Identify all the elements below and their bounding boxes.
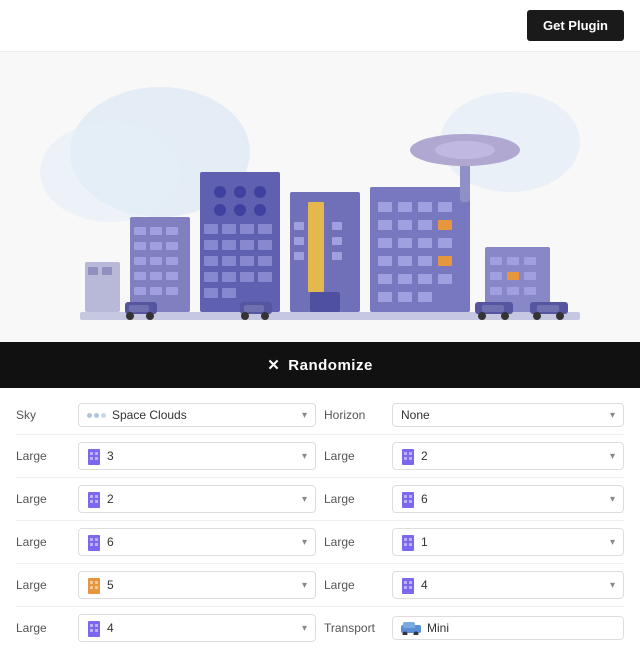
building-icon-1	[87, 447, 101, 465]
control-row-sky: Sky Space Clouds ▾ Horizon None	[16, 396, 624, 435]
right-select-inner-3: 1	[401, 533, 428, 551]
building-icon-r1	[401, 447, 415, 465]
left-select-5[interactable]: 4 ▾	[78, 614, 316, 642]
left-select-3[interactable]: 6 ▾	[78, 528, 316, 556]
left-4: Large 5 ▾	[16, 571, 316, 599]
horizon-select[interactable]: None ▾	[392, 403, 624, 427]
right-select-inner-4: 4	[401, 576, 428, 594]
right-5: Transport Mini	[324, 616, 624, 640]
right-value-3: 1	[421, 535, 428, 549]
right-select-2[interactable]: 6 ▾	[392, 485, 624, 513]
right-label-3: Large	[324, 535, 384, 549]
right-chevron-3: ▾	[610, 537, 615, 548]
transport-select-inner: Mini	[401, 621, 449, 635]
controls-panel: Sky Space Clouds ▾ Horizon None	[0, 388, 640, 665]
car-icon	[401, 621, 421, 635]
building-icon-3	[87, 533, 101, 551]
horizon-select-inner: None	[401, 408, 430, 422]
sky-icon	[87, 413, 106, 418]
left-select-1[interactable]: 3 ▾	[78, 442, 316, 470]
right-2: Large 6 ▾	[324, 485, 624, 513]
transport-select[interactable]: Mini	[392, 616, 624, 640]
building-icon-5	[87, 619, 101, 637]
building-icon-2	[87, 490, 101, 508]
building-icon-r4	[401, 576, 415, 594]
left-label-4: Large	[16, 578, 74, 592]
horizon-right: Horizon None ▾	[324, 403, 624, 427]
control-row-2: Large 2 ▾ Large	[16, 478, 624, 521]
right-chevron-2: ▾	[610, 494, 615, 505]
left-select-4[interactable]: 5 ▾	[78, 571, 316, 599]
left-chevron-1: ▾	[302, 451, 307, 462]
sky-value: Space Clouds	[112, 408, 187, 422]
right-1: Large 2 ▾	[324, 442, 624, 470]
right-chevron-1: ▾	[610, 451, 615, 462]
transport-value: Mini	[427, 621, 449, 635]
right-select-4[interactable]: 4 ▾	[392, 571, 624, 599]
building-icon-r3	[401, 533, 415, 551]
building-icon-r2	[401, 490, 415, 508]
left-select-inner-4: 5	[87, 576, 114, 594]
right-3: Large 1 ▾	[324, 528, 624, 556]
building-icon-4	[87, 576, 101, 594]
right-value-4: 4	[421, 578, 428, 592]
right-4: Large 4 ▾	[324, 571, 624, 599]
right-select-inner-1: 2	[401, 447, 428, 465]
left-label-5: Large	[16, 621, 74, 635]
header: Get Plugin	[0, 0, 640, 52]
sky-chevron: ▾	[302, 410, 307, 421]
right-select-inner-2: 6	[401, 490, 428, 508]
left-2: Large 2 ▾	[16, 485, 316, 513]
sky-select-inner: Space Clouds	[87, 408, 187, 422]
get-plugin-button[interactable]: Get Plugin	[527, 10, 624, 41]
left-1: Large 3 ▾	[16, 442, 316, 470]
illustration-area	[0, 52, 640, 342]
right-select-1[interactable]: 2 ▾	[392, 442, 624, 470]
left-chevron-3: ▾	[302, 537, 307, 548]
randomize-bar[interactable]: ✕ Randomize	[0, 342, 640, 388]
right-label-2: Large	[324, 492, 384, 506]
left-value-2: 2	[107, 492, 114, 506]
sky-label: Sky	[16, 408, 74, 422]
left-chevron-2: ▾	[302, 494, 307, 505]
left-select-inner-5: 4	[87, 619, 114, 637]
left-label-1: Large	[16, 449, 74, 463]
horizon-chevron: ▾	[610, 410, 615, 421]
left-value-4: 5	[107, 578, 114, 592]
control-row-4: Large 5 ▾ Large	[16, 564, 624, 607]
left-chevron-5: ▾	[302, 623, 307, 634]
left-label-3: Large	[16, 535, 74, 549]
city-illustration	[30, 62, 610, 332]
left-select-inner-1: 3	[87, 447, 114, 465]
right-chevron-4: ▾	[610, 580, 615, 591]
left-3: Large 6 ▾	[16, 528, 316, 556]
control-row-5: Large 4 ▾ Transport	[16, 607, 624, 649]
left-chevron-4: ▾	[302, 580, 307, 591]
right-value-2: 6	[421, 492, 428, 506]
left-select-2[interactable]: 2 ▾	[78, 485, 316, 513]
left-value-3: 6	[107, 535, 114, 549]
left-select-inner-2: 2	[87, 490, 114, 508]
control-row-1: Large 3 ▾ Large	[16, 435, 624, 478]
randomize-label: Randomize	[288, 357, 373, 374]
left-value-5: 4	[107, 621, 114, 635]
right-label-4: Large	[324, 578, 384, 592]
horizon-label: Horizon	[324, 408, 384, 422]
right-value-1: 2	[421, 449, 428, 463]
right-label-1: Large	[324, 449, 384, 463]
left-5: Large 4 ▾	[16, 614, 316, 642]
sky-left: Sky Space Clouds ▾	[16, 403, 316, 427]
left-select-inner-3: 6	[87, 533, 114, 551]
control-row-3: Large 6 ▾ Large	[16, 521, 624, 564]
transport-label: Transport	[324, 621, 384, 635]
sky-select[interactable]: Space Clouds ▾	[78, 403, 316, 427]
left-value-1: 3	[107, 449, 114, 463]
horizon-value: None	[401, 408, 430, 422]
right-select-3[interactable]: 1 ▾	[392, 528, 624, 556]
randomize-icon: ✕	[267, 356, 280, 374]
left-label-2: Large	[16, 492, 74, 506]
